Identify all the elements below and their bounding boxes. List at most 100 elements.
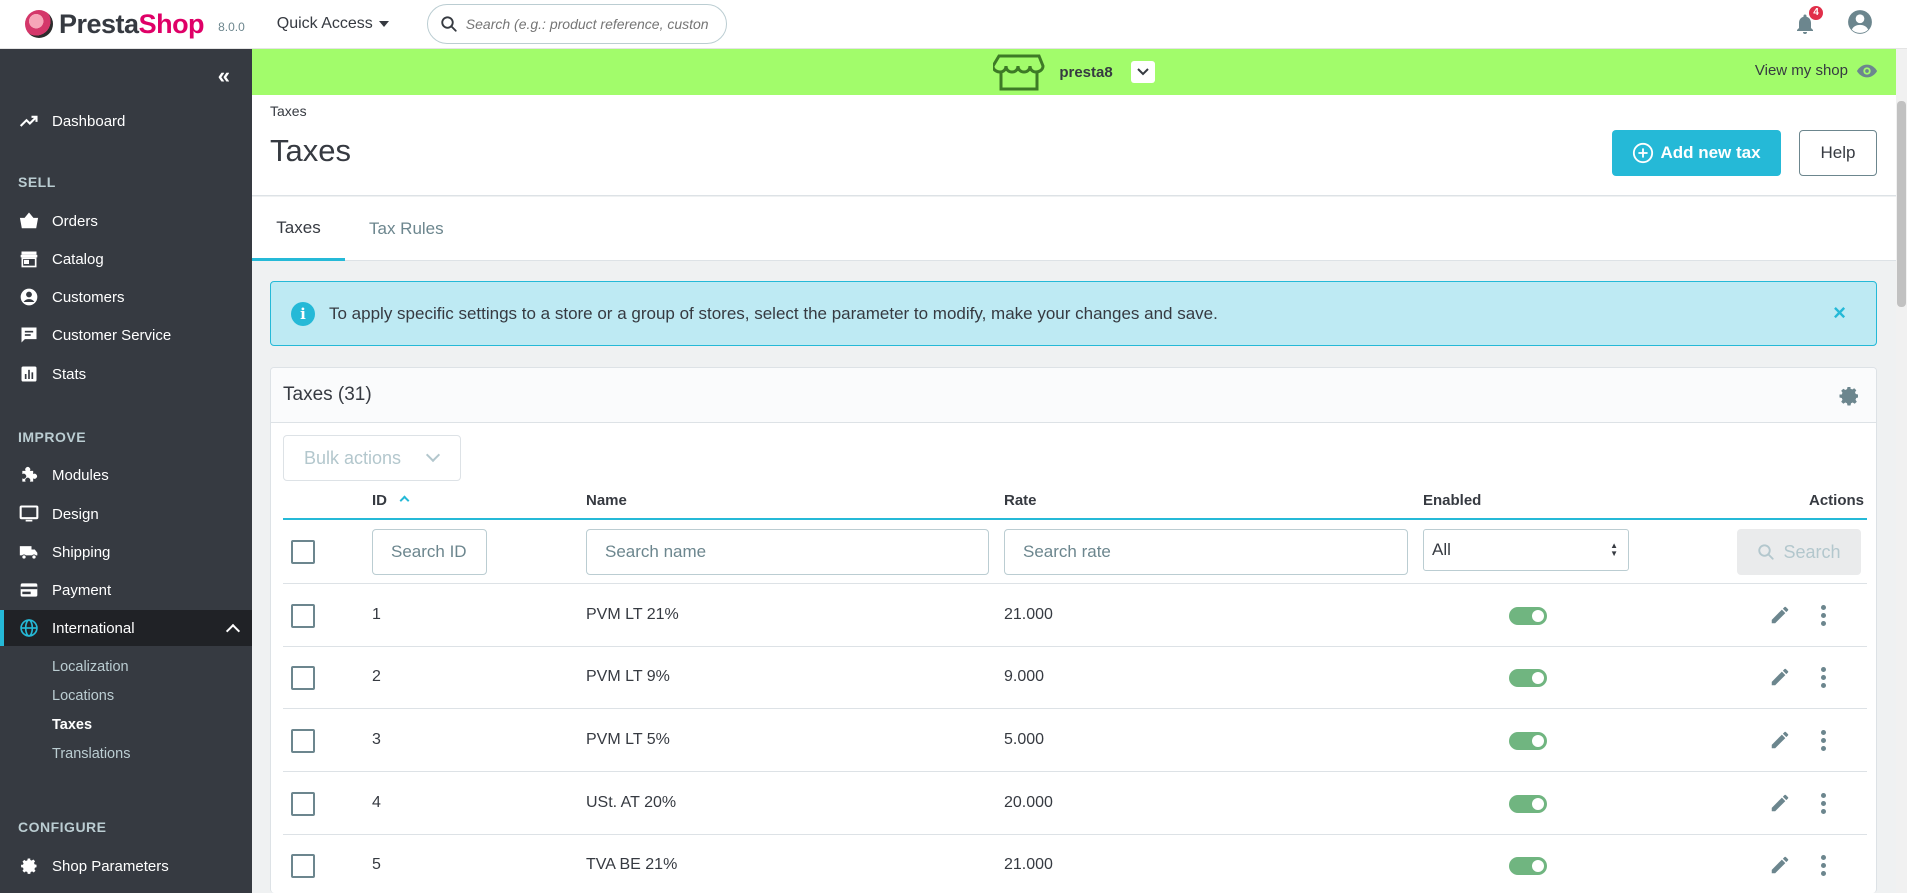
sidebar-section-configure: CONFIGURE: [18, 819, 107, 835]
select-all-checkbox[interactable]: [291, 540, 315, 564]
cell-name: TVA BE 21%: [586, 856, 678, 873]
notifications-bell[interactable]: 4: [1793, 6, 1823, 36]
enabled-toggle[interactable]: [1509, 607, 1547, 625]
scrollbar-thumb[interactable]: [1897, 101, 1906, 307]
enabled-toggle[interactable]: [1509, 795, 1547, 813]
quick-access-label: Quick Access: [276, 15, 373, 32]
sidebar-item-label: Shop Parameters: [52, 857, 169, 875]
add-new-tax-button[interactable]: Add new tax: [1612, 130, 1781, 176]
view-my-shop-link[interactable]: View my shop: [1755, 62, 1878, 79]
sidebar-item-orders[interactable]: Orders: [0, 203, 252, 239]
sidebar-item-design[interactable]: Design: [0, 496, 252, 532]
sidebar-subitem-translations[interactable]: Translations: [52, 746, 130, 762]
enabled-toggle[interactable]: [1509, 732, 1547, 750]
sidebar-subitem-locations[interactable]: Locations: [52, 688, 114, 704]
collapse-sidebar-icon[interactable]: «: [218, 63, 230, 89]
caret-down-icon: [378, 21, 389, 27]
notification-count-badge: 4: [1809, 6, 1823, 20]
account-circle-icon: [1848, 10, 1872, 34]
sidebar-item-label: Catalog: [52, 250, 104, 268]
more-actions-icon[interactable]: [1821, 605, 1827, 629]
select-arrows-icon: ▲ ▼: [1610, 541, 1618, 558]
column-header-enabled[interactable]: Enabled: [1423, 492, 1481, 509]
cell-id: 2: [372, 668, 381, 685]
sidebar-item-label: Customer Service: [52, 326, 172, 344]
header-search[interactable]: [426, 4, 727, 44]
column-header-rate[interactable]: Rate: [1004, 492, 1037, 509]
search-button[interactable]: Search: [1737, 529, 1861, 575]
page-title: Taxes: [270, 133, 351, 168]
cell-rate: 20.000: [1004, 794, 1053, 811]
sidebar-item-shipping[interactable]: Shipping: [0, 534, 252, 570]
more-actions-icon[interactable]: [1821, 855, 1827, 879]
basket-icon: [18, 210, 40, 232]
tab-taxes[interactable]: Taxes: [252, 197, 345, 261]
logo-text: PrestaShop: [59, 8, 205, 39]
sidebar-item-shop-parameters[interactable]: Shop Parameters: [0, 848, 252, 884]
edit-icon[interactable]: [1769, 666, 1791, 688]
chat-icon: [18, 324, 40, 346]
sidebar-item-payment[interactable]: Payment: [0, 572, 252, 608]
enabled-filter-select[interactable]: All ▲ ▼: [1423, 529, 1629, 571]
sidebar-item-modules[interactable]: Modules: [0, 457, 252, 493]
edit-icon[interactable]: [1769, 729, 1791, 751]
sidebar-subitem-localization[interactable]: Localization: [52, 659, 129, 675]
search-id-input[interactable]: [372, 529, 487, 575]
grid-title: Taxes (31): [283, 384, 372, 405]
info-icon: i: [291, 301, 315, 326]
sidebar: « Dashboard SELL Orders Catalog Customer…: [0, 49, 252, 893]
edit-icon[interactable]: [1769, 604, 1791, 626]
trending-up-icon: [18, 110, 40, 132]
sidebar-item-dashboard[interactable]: Dashboard: [0, 103, 252, 139]
table-row: 5 TVA BE 21% 21.000: [283, 835, 1867, 893]
help-button[interactable]: Help: [1799, 130, 1877, 176]
close-icon[interactable]: ×: [1833, 300, 1846, 326]
taxes-grid-card: Taxes (31) Bulk actions ID Name Rate Ena…: [270, 367, 1877, 893]
cell-rate: 21.000: [1004, 606, 1053, 623]
sidebar-item-stats[interactable]: Stats: [0, 356, 252, 392]
gear-icon: [18, 855, 40, 877]
row-checkbox[interactable]: [291, 729, 315, 753]
edit-icon[interactable]: [1769, 854, 1791, 876]
row-checkbox[interactable]: [291, 854, 315, 878]
more-actions-icon[interactable]: [1821, 793, 1827, 817]
breadcrumb[interactable]: Taxes: [270, 103, 307, 119]
column-header-name[interactable]: Name: [586, 492, 627, 509]
cell-rate: 9.000: [1004, 668, 1045, 685]
sidebar-item-customer-service[interactable]: Customer Service: [0, 317, 252, 353]
shop-selector-dropdown[interactable]: [1130, 61, 1155, 83]
sidebar-item-catalog[interactable]: Catalog: [0, 241, 252, 277]
search-name-input[interactable]: [586, 529, 989, 575]
sidebar-item-customers[interactable]: Customers: [0, 279, 252, 315]
more-actions-icon[interactable]: [1821, 730, 1827, 754]
sidebar-item-label: Modules: [52, 466, 109, 484]
row-checkbox[interactable]: [291, 792, 315, 816]
sidebar-item-international[interactable]: International: [0, 610, 252, 646]
cell-name: PVM LT 5%: [586, 731, 670, 748]
row-checkbox[interactable]: [291, 666, 315, 690]
search-rate-input[interactable]: [1004, 529, 1408, 575]
edit-icon[interactable]: [1769, 792, 1791, 814]
bulk-actions-button[interactable]: Bulk actions: [283, 435, 461, 481]
row-checkbox[interactable]: [291, 604, 315, 628]
enabled-toggle[interactable]: [1509, 857, 1547, 875]
page-scrollbar[interactable]: [1896, 49, 1907, 893]
column-header-id[interactable]: ID: [372, 492, 410, 509]
tab-tax-rules[interactable]: Tax Rules: [349, 197, 464, 261]
prestashop-logo[interactable]: PrestaShop: [25, 8, 205, 40]
more-actions-icon[interactable]: [1821, 667, 1827, 691]
credit-card-icon: [18, 579, 40, 601]
column-header-actions: Actions: [1808, 492, 1864, 509]
sidebar-subitem-taxes[interactable]: Taxes: [52, 717, 92, 733]
header-search-input[interactable]: [465, 16, 716, 32]
quick-access-dropdown[interactable]: Quick Access: [277, 15, 389, 33]
info-alert: i To apply specific settings to a store …: [270, 281, 1877, 346]
employee-account-menu[interactable]: [1847, 9, 1873, 39]
gear-icon[interactable]: [1837, 384, 1861, 408]
enabled-toggle[interactable]: [1509, 669, 1547, 687]
sidebar-item-label: Customers: [52, 288, 125, 306]
bar-chart-icon: [18, 363, 40, 385]
table-row: 3 PVM LT 5% 5.000: [283, 710, 1867, 772]
page-header: Taxes Taxes Add new tax Help: [252, 95, 1896, 196]
sidebar-item-label: Dashboard: [52, 112, 126, 130]
